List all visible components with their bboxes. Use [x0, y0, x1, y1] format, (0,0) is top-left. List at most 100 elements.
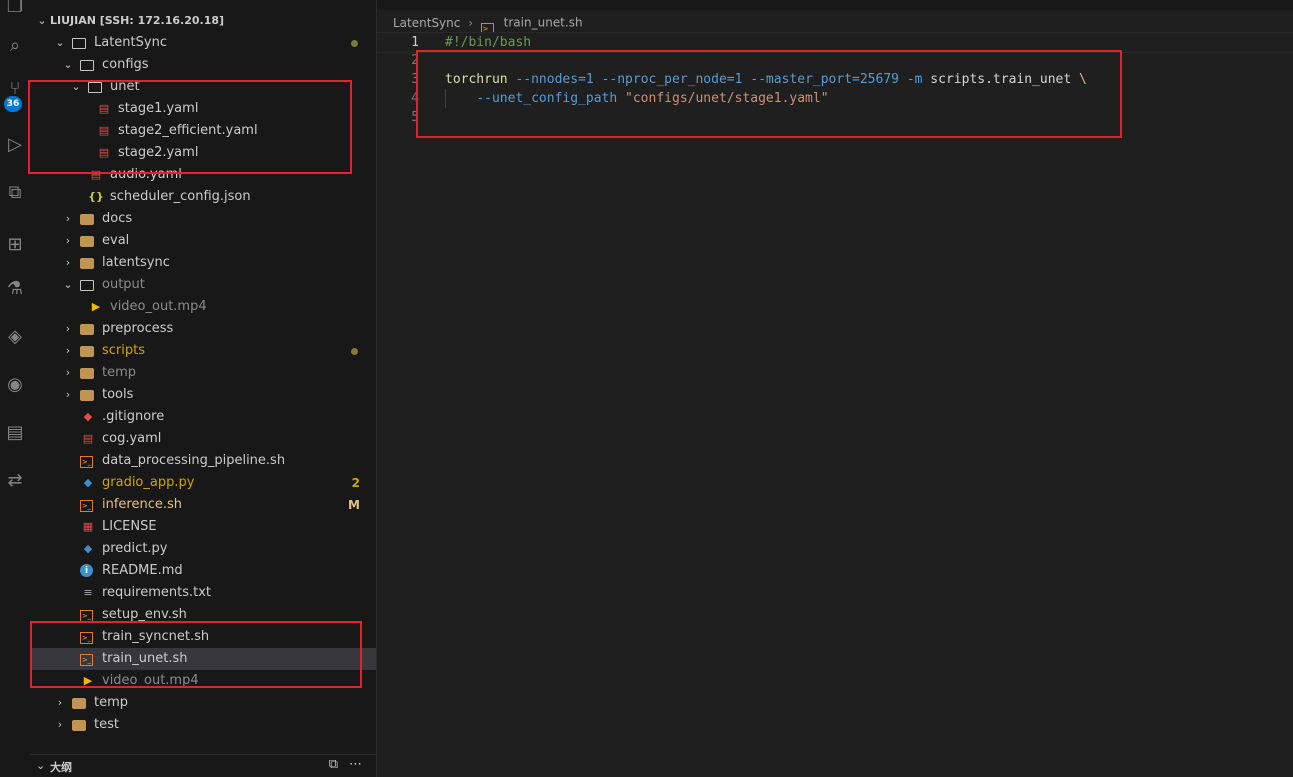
- breadcrumb-file[interactable]: train_unet.sh: [504, 16, 583, 30]
- tree-item-label: scripts: [102, 343, 145, 358]
- file-item[interactable]: ▤ cog.yaml: [30, 428, 376, 450]
- code-line[interactable]: 2: [377, 51, 1293, 70]
- folder-item[interactable]: ⌄ unet: [30, 76, 376, 98]
- folder-item[interactable]: › temp: [30, 362, 376, 384]
- chevron-right-icon: ›: [468, 15, 473, 30]
- breadcrumb-folder[interactable]: LatentSync: [393, 16, 460, 30]
- file-item[interactable]: ≡ requirements.txt: [30, 582, 376, 604]
- file-item[interactable]: >_ setup_env.sh: [30, 604, 376, 626]
- chevron-right-icon: ›: [65, 344, 71, 357]
- chevron-right-icon: ›: [65, 388, 71, 401]
- shell-file-icon: >_: [80, 610, 93, 622]
- github-icon[interactable]: ◉: [0, 366, 30, 402]
- remote-explorer-icon[interactable]: ⧉: [0, 174, 30, 210]
- code-token: #!/bin/bash: [445, 35, 532, 50]
- search-icon[interactable]: ⌕: [0, 27, 30, 63]
- folder-item[interactable]: › temp: [30, 692, 376, 714]
- folder-icon: [80, 390, 94, 401]
- file-item[interactable]: ▤ stage2.yaml: [30, 142, 376, 164]
- code-line[interactable]: 1 #!/bin/bash: [377, 32, 1293, 53]
- run-debug-icon[interactable]: ▷: [0, 126, 30, 162]
- tree-item-label: predict.py: [102, 541, 168, 556]
- file-item[interactable]: ◆ predict.py: [30, 538, 376, 560]
- tree-item-label: tools: [102, 387, 134, 402]
- file-item[interactable]: ◆ gradio_app.py 2: [30, 472, 376, 494]
- folder-icon: [80, 214, 94, 225]
- python-file-icon: ◆: [83, 476, 93, 489]
- folder-icon: [80, 236, 94, 247]
- folder-item[interactable]: ⌄ output: [30, 274, 376, 296]
- indent-guide: [445, 89, 446, 108]
- folder-item[interactable]: › docs: [30, 208, 376, 230]
- tree-item-label: scheduler_config.json: [110, 189, 251, 204]
- code-token: --nproc_per_node=1: [601, 72, 743, 87]
- tree-item-label: unet: [110, 79, 140, 94]
- code-line[interactable]: 3 torchrun --nnodes=1 --nproc_per_node=1 …: [377, 70, 1293, 89]
- file-item[interactable]: ▤ audio.yaml: [30, 164, 376, 186]
- scm-badge: 36: [4, 96, 22, 112]
- workspace-root[interactable]: ⌄ LIUJIAN [SSH: 172.16.20.18]: [30, 10, 376, 32]
- folder-item[interactable]: ⌄ configs: [30, 54, 376, 76]
- tree-item-label: audio.yaml: [110, 167, 182, 182]
- folder-item[interactable]: › test: [30, 714, 376, 736]
- file-item[interactable]: {} scheduler_config.json: [30, 186, 376, 208]
- extensions-icon[interactable]: ⊞: [0, 226, 30, 262]
- collapse-all-icon[interactable]: ⧉: [329, 757, 338, 772]
- code-line[interactable]: 4 --unet_config_path "configs/unet/stage…: [377, 89, 1293, 108]
- folder-item[interactable]: › eval: [30, 230, 376, 252]
- share-icon[interactable]: ⇄: [0, 462, 30, 498]
- containers-icon[interactable]: ▤: [0, 414, 30, 450]
- file-item[interactable]: ◆ .gitignore: [30, 406, 376, 428]
- folder-open-icon: [80, 60, 94, 71]
- file-item[interactable]: >_ train_syncnet.sh: [30, 626, 376, 648]
- file-item[interactable]: ▦ LICENSE: [30, 516, 376, 538]
- chevron-right-icon: ›: [65, 322, 71, 335]
- tree-item-label: temp: [94, 695, 129, 710]
- git-status-decoration: M: [348, 498, 360, 512]
- chevron-down-icon: ⌄: [37, 14, 47, 27]
- folder-icon: [80, 258, 94, 269]
- code-line[interactable]: 5: [377, 108, 1293, 127]
- line-content: #!/bin/bash: [445, 33, 531, 52]
- file-item[interactable]: ▶ video_out.mp4: [30, 670, 376, 692]
- file-item[interactable]: i README.md: [30, 560, 376, 582]
- docker-icon[interactable]: ◈: [0, 318, 30, 354]
- tree-item-label: temp: [102, 365, 137, 380]
- tree-item-label: inference.sh: [102, 497, 183, 512]
- shell-file-icon: >_: [80, 500, 93, 512]
- folder-item[interactable]: › preprocess: [30, 318, 376, 340]
- video-file-icon: ▶: [83, 674, 93, 687]
- yaml-file-icon: ▤: [98, 124, 110, 137]
- explorer-icon[interactable]: ❐: [0, 0, 30, 24]
- tree-item-label: README.md: [102, 563, 183, 578]
- line-number: 2: [411, 53, 419, 68]
- chevron-down-icon: ⌄: [71, 80, 81, 93]
- chevron-down-icon: ⌄: [55, 36, 65, 49]
- tree-item-label: LICENSE: [102, 519, 157, 534]
- code-token: "configs/unet/stage1.yaml": [625, 91, 829, 106]
- folder-item[interactable]: ⌄ LatentSync: [30, 32, 376, 54]
- file-item[interactable]: >_ train_unet.sh: [30, 648, 376, 670]
- file-item[interactable]: ▤ stage1.yaml: [30, 98, 376, 120]
- chevron-right-icon: ›: [65, 212, 71, 225]
- file-item[interactable]: >_ inference.sh M: [30, 494, 376, 516]
- testing-icon[interactable]: ⚗: [0, 270, 30, 306]
- outline-section[interactable]: ⌄ 大纲 ⧉ ⋯: [30, 754, 376, 777]
- file-item[interactable]: ▶ video_out.mp4: [30, 296, 376, 318]
- git-file-icon: ◆: [83, 410, 93, 423]
- file-item[interactable]: >_ data_processing_pipeline.sh: [30, 450, 376, 472]
- activity-bar: ❐ ⌕ ⑂ 36 ▷ ⧉ ⊞ ⚗ ◈ ◉ ▤ ⇄: [0, 0, 30, 777]
- shell-file-icon: >_: [80, 654, 93, 666]
- git-status-decoration: 2: [351, 476, 360, 490]
- file-item[interactable]: ▤ stage2_efficient.yaml: [30, 120, 376, 142]
- chevron-down-icon: ⌄: [36, 759, 46, 772]
- info-icon: i: [80, 564, 93, 577]
- folder-item[interactable]: › latentsync: [30, 252, 376, 274]
- code-editor[interactable]: 1 #!/bin/bash 2 3 torchrun --nnodes=1 --npro…: [377, 32, 1293, 777]
- folder-item[interactable]: › scripts: [30, 340, 376, 362]
- more-actions-icon[interactable]: ⋯: [349, 757, 362, 772]
- folder-item[interactable]: › tools: [30, 384, 376, 406]
- tree-item-label: configs: [102, 57, 149, 72]
